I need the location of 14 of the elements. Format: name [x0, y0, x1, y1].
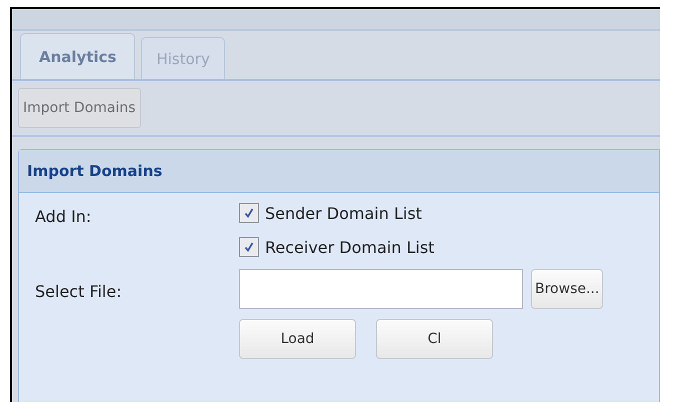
checkbox[interactable]	[239, 203, 259, 223]
import-domains-button[interactable]: Import Domains	[18, 88, 141, 128]
panel-title: Import Domains	[19, 150, 659, 193]
action-button[interactable]: Cl	[376, 319, 493, 359]
action-button[interactable]: Load	[239, 319, 356, 359]
checkbox-label: Sender Domain List	[265, 204, 422, 222]
add-in-label: Add In:	[35, 206, 92, 226]
select-file-label: Select File:	[35, 280, 123, 300]
checkmark-icon	[243, 207, 255, 219]
browse-button[interactable]: Browse...	[531, 269, 604, 309]
checkbox[interactable]	[239, 237, 259, 257]
checkbox-label: Receiver Domain List	[265, 238, 434, 256]
checkmark-icon	[243, 241, 255, 253]
file-path-field[interactable]	[239, 269, 523, 309]
